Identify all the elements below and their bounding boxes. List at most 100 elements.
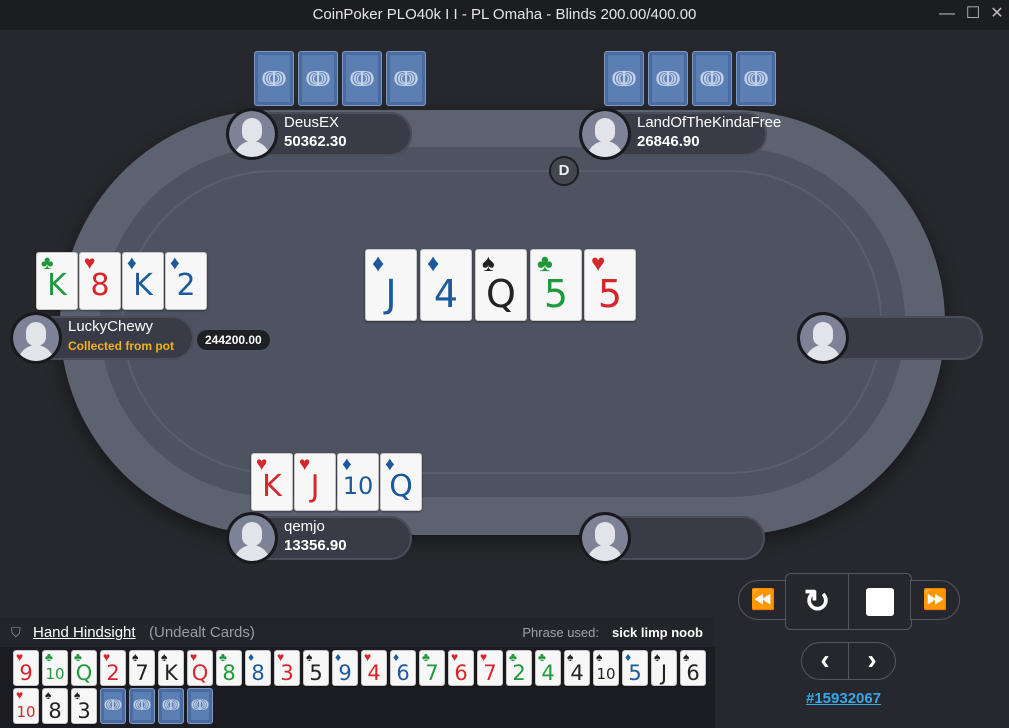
- card-back-logo-icon: ↈ: [162, 697, 180, 714]
- card-rank: 8: [48, 699, 62, 723]
- hand-hindsight-panel: ⛉ Hand Hindsight (Undealt Cards) Phrase …: [0, 617, 715, 728]
- maximize-icon[interactable]: ☐: [963, 4, 983, 24]
- stop-button[interactable]: [848, 573, 912, 630]
- chevron-left-icon: ‹: [820, 644, 830, 675]
- card-rank: Q: [191, 661, 209, 685]
- card-rank: 6: [396, 661, 410, 685]
- player-status: Collected from pot: [68, 339, 175, 353]
- undealt-card: ♣ 10: [42, 650, 68, 686]
- board-card: ♠ Q: [475, 249, 527, 321]
- avatar-icon: [582, 515, 628, 561]
- board-card: ♦ 4: [420, 249, 472, 321]
- hand-id-link[interactable]: #15932067: [806, 690, 881, 707]
- card-back-logo-icon: ↈ: [393, 65, 419, 91]
- card-back-logo-icon: ↈ: [133, 697, 151, 714]
- seat-empty-bottom[interactable]: [579, 512, 765, 564]
- card-rank: 4: [541, 661, 555, 685]
- card-suit: ♠: [596, 650, 603, 664]
- dealer-button: D: [549, 156, 579, 186]
- hindsight-subtitle: (Undealt Cards): [149, 624, 255, 641]
- previous-hand-button[interactable]: ‹: [801, 642, 849, 680]
- board-card: ♥ 5: [584, 249, 636, 321]
- undealt-card: ♥ 6: [448, 650, 474, 686]
- undealt-card-back: ↈ: [100, 688, 126, 724]
- hole-card: ♥ J: [294, 453, 336, 511]
- next-hand-button[interactable]: ›: [848, 642, 896, 680]
- rewind-icon: ⏪: [750, 589, 776, 611]
- hole-card: ♦ K: [122, 252, 164, 310]
- avatar-icon: [229, 111, 275, 157]
- card-rank: 4: [367, 661, 381, 685]
- forward-button[interactable]: ⏩: [910, 580, 960, 620]
- player-stack: 13356.90: [284, 537, 347, 554]
- card-rank: 9: [19, 661, 33, 685]
- card-back: ↈ: [386, 51, 426, 106]
- card-rank: 5: [309, 661, 323, 685]
- seat-empty-right[interactable]: [797, 312, 983, 364]
- replay-icon: ↻: [803, 583, 831, 619]
- undealt-card: ♣ 4: [535, 650, 561, 686]
- card-rank: J: [660, 661, 668, 685]
- avatar-icon: [800, 315, 846, 361]
- seat-qemjo[interactable]: qemjo 13356.90: [226, 512, 412, 564]
- minimize-icon[interactable]: —: [937, 4, 957, 24]
- replay-button[interactable]: ↻: [785, 573, 849, 630]
- title-bar: CoinPoker PLO40k I I - PL Omaha - Blinds…: [0, 0, 1009, 30]
- undealt-card: ♣ Q: [71, 650, 97, 686]
- rewind-button[interactable]: ⏪: [738, 580, 788, 620]
- card-back: ↈ: [604, 51, 644, 106]
- phrase-value: sick limp noob: [611, 625, 703, 640]
- card-suit: ♥: [16, 688, 24, 702]
- card-back-logo-icon: ↈ: [261, 65, 287, 91]
- card-rank: 2: [106, 661, 120, 685]
- card-rank: 6: [686, 661, 700, 685]
- card-rank: K: [164, 661, 178, 685]
- seat-luckychewy[interactable]: LuckyChewy Collected from pot: [10, 312, 194, 364]
- close-icon[interactable]: ✕: [987, 4, 1007, 24]
- card-back-logo-icon: ↈ: [104, 697, 122, 714]
- card-rank: 3: [77, 699, 91, 723]
- stop-icon: [866, 588, 894, 616]
- seat-deusex[interactable]: DeusEX 50362.30: [226, 108, 412, 160]
- avatar: [797, 312, 849, 364]
- card-rank: 4: [570, 661, 584, 685]
- avatar-icon: [229, 515, 275, 561]
- undealt-card: ♦ 9: [332, 650, 358, 686]
- card-back: ↈ: [736, 51, 776, 106]
- undealt-card: ♥ 2: [100, 650, 126, 686]
- chevron-right-icon: ›: [867, 644, 877, 675]
- shield-icon: ⛉: [11, 625, 21, 640]
- undealt-card: ♠ 4: [564, 650, 590, 686]
- undealt-card: ♦ 6: [390, 650, 416, 686]
- undealt-card-back: ↈ: [158, 688, 184, 724]
- seat-landofthekindafree[interactable]: LandOfTheKindaFree 26846.90: [579, 108, 781, 160]
- undealt-card: ♥ 3: [274, 650, 300, 686]
- player-name: LandOfTheKindaFree: [637, 114, 782, 131]
- avatar-icon: [13, 315, 59, 361]
- window-title: CoinPoker PLO40k I I - PL Omaha - Blinds…: [312, 6, 697, 23]
- card-rank: 7: [483, 661, 497, 685]
- undealt-card: ♠ 10: [593, 650, 619, 686]
- card-rank: 7: [425, 661, 439, 685]
- card-back: ↈ: [342, 51, 382, 106]
- player-stack: 50362.30: [284, 133, 347, 150]
- player-name: LuckyChewy: [68, 318, 154, 335]
- avatar: [579, 108, 631, 160]
- poker-client-window: CoinPoker PLO40k I I - PL Omaha - Blinds…: [0, 0, 1009, 728]
- undealt-card: ♠ K: [158, 650, 184, 686]
- card-rank: 5: [628, 661, 642, 685]
- undealt-card: ♣ 2: [506, 650, 532, 686]
- undealt-card: ♥ 10: [13, 688, 39, 724]
- hole-card: ♦ 2: [165, 252, 207, 310]
- hole-card: ♥ K: [251, 453, 293, 511]
- card-rank: 2: [512, 661, 526, 685]
- card-suit: ♣: [45, 650, 53, 664]
- avatar: [579, 512, 631, 564]
- hole-card: ♥ 8: [79, 252, 121, 310]
- player-name: qemjo: [284, 518, 325, 535]
- hindsight-title[interactable]: Hand Hindsight: [33, 624, 136, 641]
- hole-card: ♦ 10: [337, 453, 379, 511]
- hindsight-header: ⛉ Hand Hindsight (Undealt Cards) Phrase …: [0, 617, 715, 647]
- card-back-logo-icon: ↈ: [699, 65, 725, 91]
- card-rank: 6: [454, 661, 468, 685]
